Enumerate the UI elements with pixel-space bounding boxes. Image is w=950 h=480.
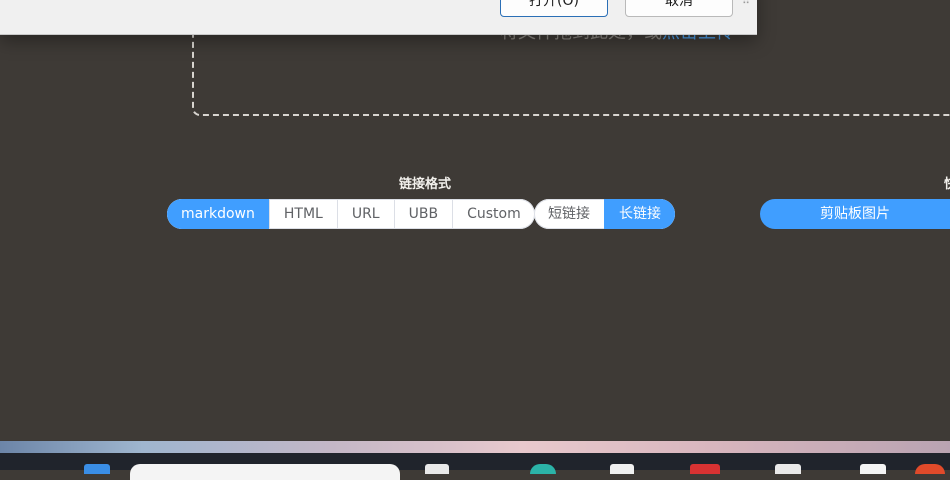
length-option-long[interactable]: 长链接	[604, 199, 675, 229]
file-open-dialog: 打开(O) 取消 ⠿	[0, 0, 757, 35]
format-option-markdown[interactable]: markdown	[167, 199, 269, 229]
desktop-wallpaper	[0, 441, 950, 453]
app-icon-gray[interactable]	[775, 464, 801, 474]
app-icon-orange[interactable]	[915, 464, 945, 474]
task-view-icon[interactable]	[425, 464, 449, 474]
format-option-html[interactable]: HTML	[268, 199, 337, 229]
clipboard-image-button[interactable]: 剪贴板图片	[760, 199, 950, 229]
app-icon-white[interactable]	[860, 464, 886, 474]
cancel-button[interactable]: 取消	[625, 0, 733, 17]
taskbar-search-box[interactable]	[130, 464, 400, 480]
resize-grip-icon[interactable]: ⠿	[742, 0, 756, 8]
link-format-group: markdown HTML URL UBB Custom	[167, 199, 535, 229]
start-icon[interactable]	[84, 464, 110, 474]
length-option-short[interactable]: 短链接	[534, 199, 604, 229]
link-format-title: 链接格式	[398, 177, 451, 192]
format-option-ubb[interactable]: UBB	[393, 199, 452, 229]
open-button[interactable]: 打开(O)	[500, 0, 608, 17]
clipboard-section-title: 快	[944, 173, 950, 192]
app-icon-red[interactable]	[690, 464, 720, 474]
file-explorer-icon[interactable]	[610, 464, 634, 474]
taskbar	[0, 453, 950, 480]
format-option-url[interactable]: URL	[336, 199, 394, 229]
link-length-group: 短链接 长链接	[534, 199, 675, 229]
format-option-custom[interactable]: Custom	[452, 199, 535, 229]
edge-browser-icon[interactable]	[530, 464, 556, 474]
